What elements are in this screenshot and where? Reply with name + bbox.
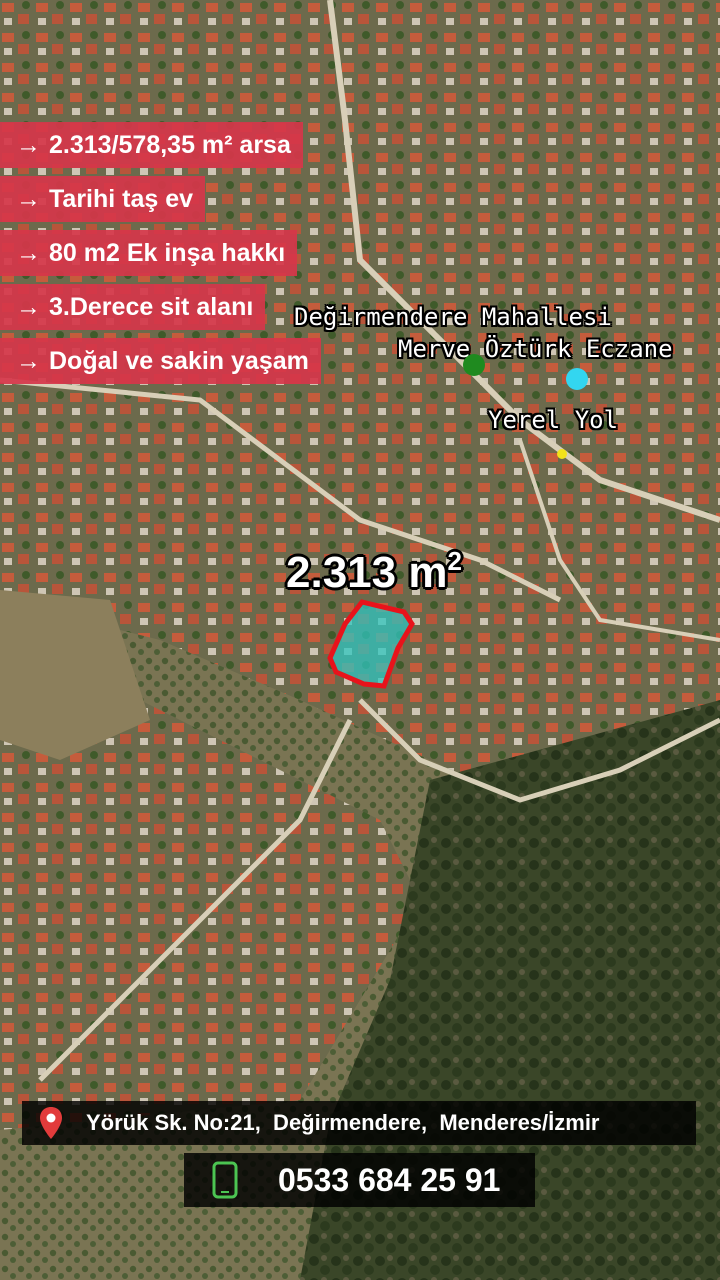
address-text: Yörük Sk. No:21, Değirmendere, Menderes/…: [86, 1110, 600, 1135]
phone-bar[interactable]: 0533 684 25 91: [184, 1153, 535, 1207]
phone-number[interactable]: 0533 684 25 91: [278, 1162, 500, 1199]
address-bar: Yörük Sk. No:21, Değirmendere, Menderes/…: [22, 1101, 696, 1145]
plot-overlay: [327, 599, 415, 689]
plot-boundary[interactable]: [327, 599, 415, 689]
location-pin-icon: [40, 1107, 62, 1139]
mobile-phone-icon: [212, 1161, 238, 1199]
